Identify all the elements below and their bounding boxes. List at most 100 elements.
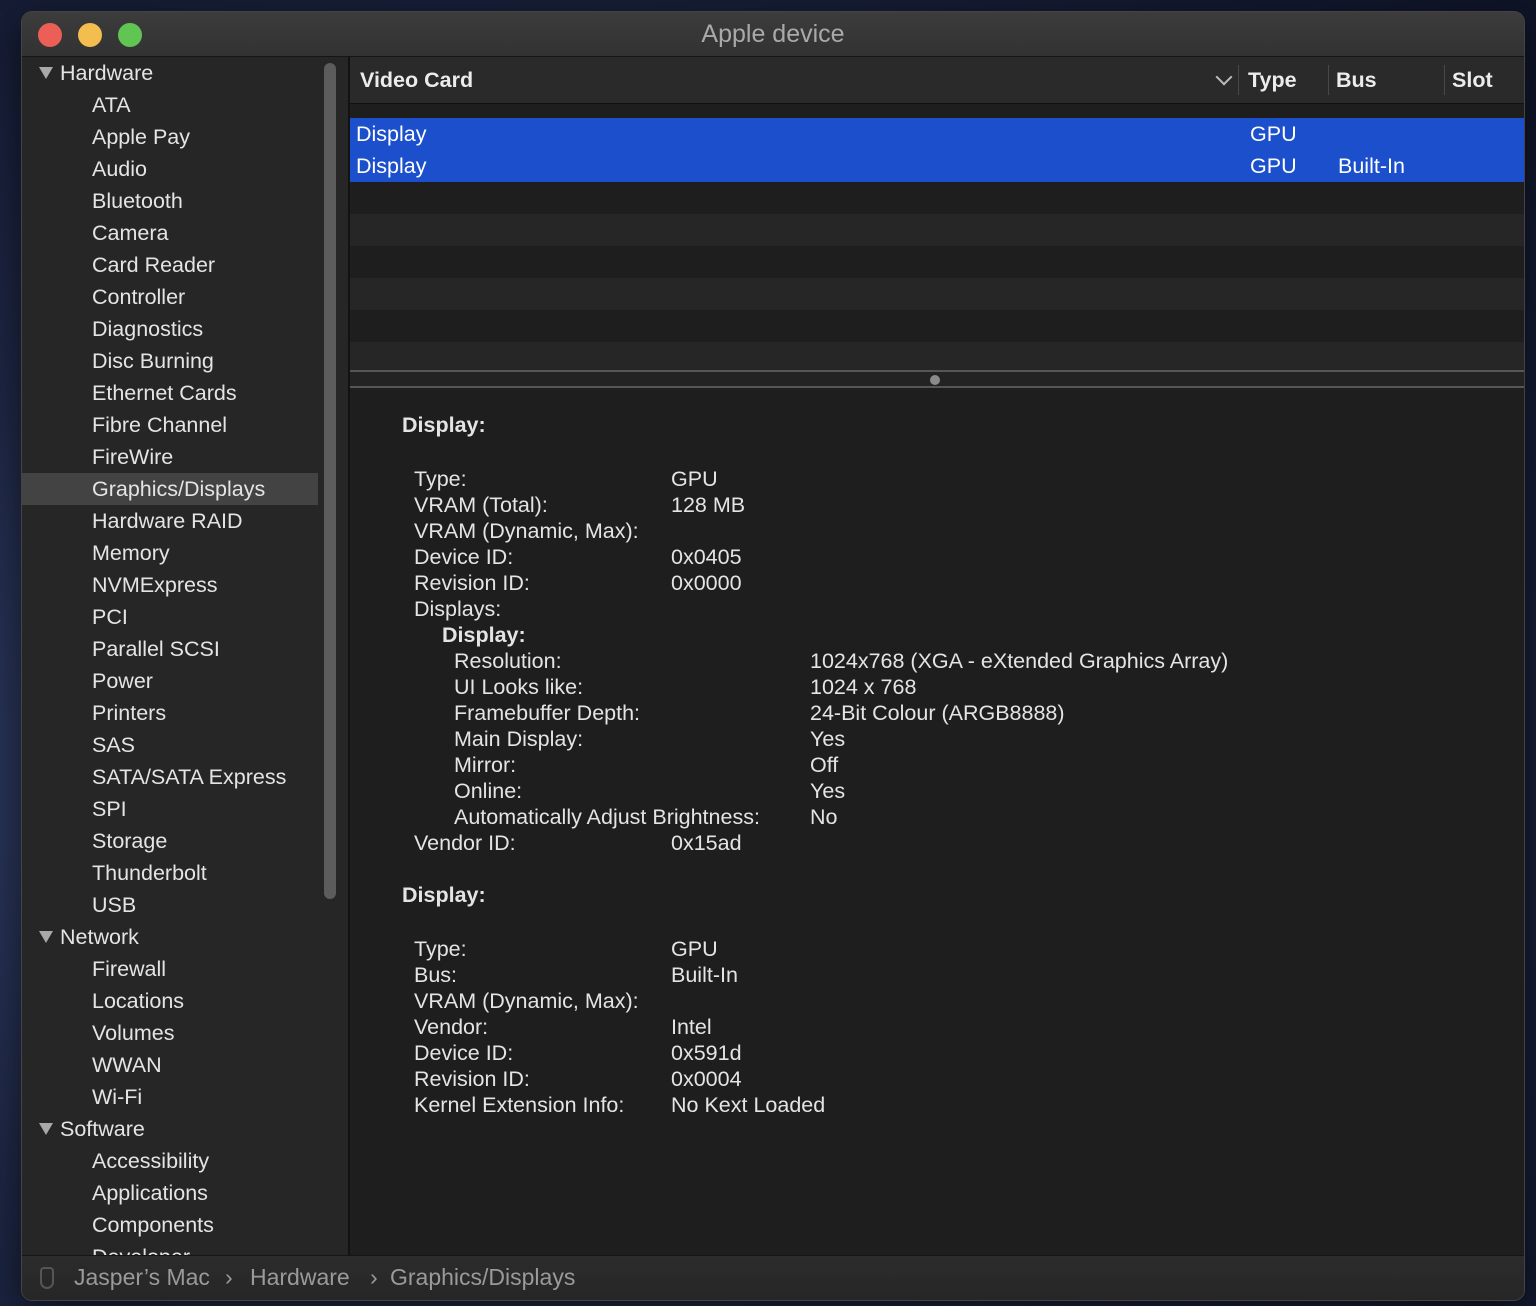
sidebar-item-firewall[interactable]: Firewall [22,953,318,985]
field-value: GPU [671,937,718,961]
sidebar-item-sata-sata-express[interactable]: SATA/SATA Express [22,761,318,793]
column-header-bus[interactable]: Bus [1336,57,1377,103]
cell-type: GPU [1250,122,1297,146]
sidebar-item-thunderbolt[interactable]: Thunderbolt [22,857,318,889]
sidebar-item-volumes[interactable]: Volumes [22,1017,318,1049]
field-value: Yes [810,779,846,803]
sidebar-item-accessibility[interactable]: Accessibility [22,1145,318,1177]
field-value: Off [810,753,839,777]
empty-row [350,342,1524,370]
column-header-type[interactable]: Type [1248,57,1297,103]
sidebar-item-disc-burning[interactable]: Disc Burning [22,345,318,377]
sidebar-item-fibre-channel[interactable]: Fibre Channel [22,409,318,441]
field-value: 0x0004 [671,1067,742,1091]
field-value: 24-Bit Colour (ARGB8888) [810,701,1065,725]
sidebar-item-bluetooth[interactable]: Bluetooth [22,185,318,217]
sidebar-item-ata[interactable]: ATA [22,89,318,121]
breadcrumb-graphics-displays[interactable]: Graphics/Displays [390,1264,575,1291]
column-divider[interactable] [1328,65,1329,95]
system-information-window: Apple device Hardware ATA Apple Pay Audio Bl… [22,12,1524,1300]
sidebar-item-controller[interactable]: Controller [22,281,318,313]
empty-row [350,278,1524,310]
sidebar-item-applications[interactable]: Applications [22,1177,318,1209]
table-row[interactable]: Display GPU Built-In [350,150,1524,182]
sidebar-item-audio[interactable]: Audio [22,153,318,185]
disclosure-triangle-icon[interactable] [39,1123,53,1135]
sidebar-item-wi-fi[interactable]: Wi-Fi [22,1081,318,1113]
table-header: Video Card Type Bus Slot [350,57,1524,104]
column-divider[interactable] [1444,65,1445,95]
field-value: GPU [671,467,718,491]
sidebar-item-diagnostics[interactable]: Diagnostics [22,313,318,345]
column-header-slot[interactable]: Slot [1452,57,1493,103]
sidebar-item-spi[interactable]: SPI [22,793,318,825]
sidebar-group-label: Software [60,1117,145,1141]
sidebar-group-hardware[interactable]: Hardware [22,57,318,89]
field-label: Revision ID: [414,1067,530,1091]
split-handle-icon[interactable] [930,375,940,385]
sidebar-item-storage[interactable]: Storage [22,825,318,857]
field-label: VRAM (Total): [414,493,548,517]
field-value: 1024 x 768 [810,675,917,699]
sidebar-item-components[interactable]: Components [22,1209,318,1241]
detail-pane: Display: Type: GPU VRAM (Total): 128 MB VRAM … [350,390,1524,1255]
field-value: No [810,805,838,829]
field-label: Framebuffer Depth: [454,701,641,725]
sidebar-scrollbar[interactable] [324,63,336,899]
sidebar-item-hardware-raid[interactable]: Hardware RAID [22,505,318,537]
field-label: UI Looks like: [454,675,584,699]
sidebar-group-software[interactable]: Software [22,1113,318,1145]
field-label: Vendor ID: [414,831,516,855]
split-view-divider[interactable] [350,370,1524,388]
sidebar-item-printers[interactable]: Printers [22,697,318,729]
computer-icon [40,1267,54,1289]
sidebar-item-developer[interactable]: Developer [22,1241,318,1255]
column-divider[interactable] [1238,65,1239,95]
disclosure-triangle-icon[interactable] [39,67,53,79]
field-label: Online: [454,779,523,803]
field-value: 1024x768 (XGA - eXtended Graphics Array) [810,649,1229,673]
field-label: Type: [414,467,467,491]
section-title: Display: [402,883,486,907]
field-value: No Kext Loaded [671,1093,826,1117]
sidebar-item-sas[interactable]: SAS [22,729,318,761]
field-label: Device ID: [414,1041,514,1065]
sidebar-item-nvmexpress[interactable]: NVMExpress [22,569,318,601]
sidebar-item-memory[interactable]: Memory [22,537,318,569]
empty-row [350,214,1524,246]
sidebar-item-power[interactable]: Power [22,665,318,697]
field-label: Displays: [414,597,502,621]
main-pane: Video Card Type Bus Slot Display GPU Dis… [350,57,1524,1255]
sidebar[interactable]: Hardware ATA Apple Pay Audio Bluetooth Camera… [22,57,348,1255]
cell-video-card: Display [356,122,427,146]
sidebar-item-card-reader[interactable]: Card Reader [22,249,318,281]
sidebar-item-graphics-displays[interactable]: Graphics/Displays [22,473,318,505]
sidebar-item-camera[interactable]: Camera [22,217,318,249]
sidebar-item-apple-pay[interactable]: Apple Pay [22,121,318,153]
sidebar-item-locations[interactable]: Locations [22,985,318,1017]
disclosure-triangle-icon[interactable] [39,931,53,943]
sort-chevron-icon[interactable] [1215,68,1233,86]
sidebar-item-parallel-scsi[interactable]: Parallel SCSI [22,633,318,665]
path-bar: Jasper’s Mac › Hardware › Graphics/Displ… [22,1255,1524,1300]
sidebar-group-network[interactable]: Network [22,921,318,953]
breadcrumb-hardware[interactable]: Hardware [250,1264,350,1291]
sidebar-item-firewire[interactable]: FireWire [22,441,318,473]
subsection-title: Display: [442,623,526,647]
breadcrumb-computer[interactable]: Jasper’s Mac [74,1264,210,1291]
sidebar-item-pci[interactable]: PCI [22,601,318,633]
sidebar-item-usb[interactable]: USB [22,889,318,921]
cell-bus: Built-In [1338,154,1405,178]
sidebar-item-ethernet-cards[interactable]: Ethernet Cards [22,377,318,409]
field-label: Mirror: [454,753,517,777]
field-label: Kernel Extension Info: [414,1093,625,1117]
field-label: Bus: [414,963,458,987]
sidebar-item-wwan[interactable]: WWAN [22,1049,318,1081]
breadcrumb-separator: › [370,1264,378,1290]
cell-video-card: Display [356,154,427,178]
cell-type: GPU [1250,154,1297,178]
field-value: 0x15ad [671,831,742,855]
table-row[interactable]: Display GPU [350,118,1524,150]
column-header-video-card[interactable]: Video Card [360,57,473,103]
field-value: 0x0405 [671,545,742,569]
